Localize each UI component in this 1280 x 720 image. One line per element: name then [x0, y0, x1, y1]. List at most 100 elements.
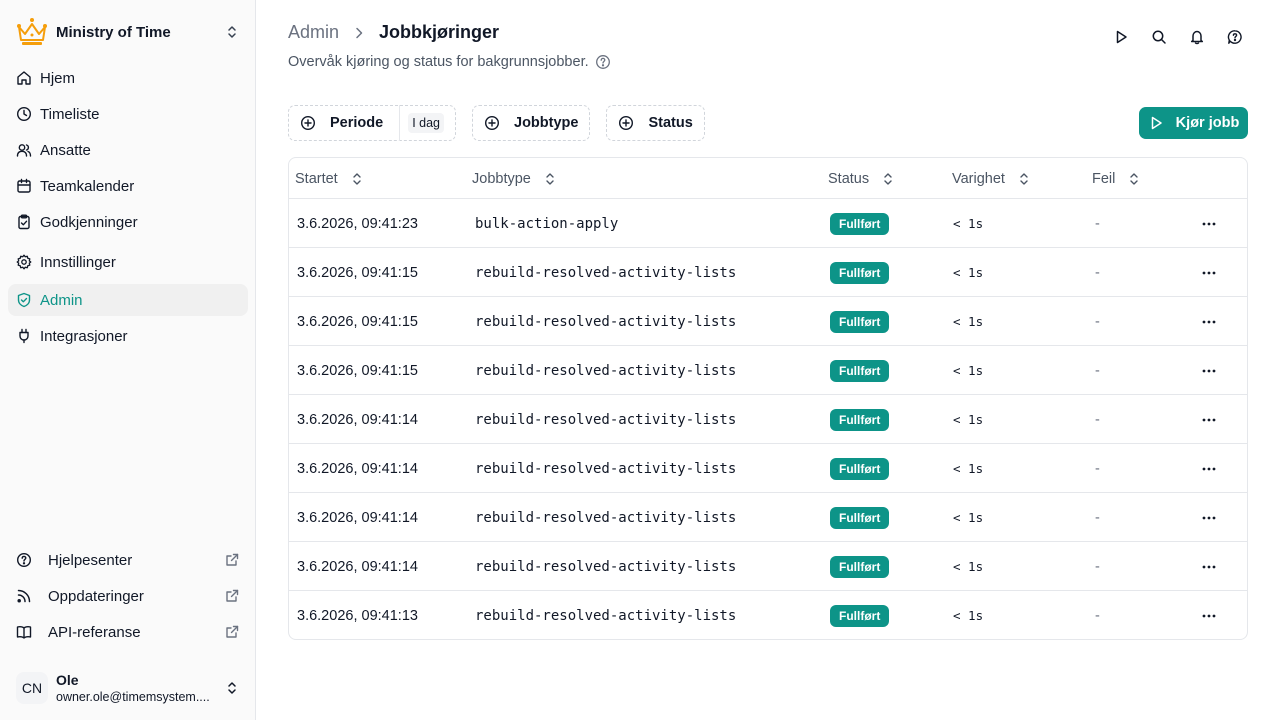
sidebar-item-label: Timeliste [40, 105, 100, 123]
bell-icon[interactable] [1184, 24, 1210, 50]
cell-status: Fullført [830, 493, 890, 542]
breadcrumb-admin-link[interactable]: Admin [288, 22, 339, 43]
org-switcher[interactable]: Ministry of Time [8, 12, 248, 52]
table-row[interactable]: 3.6.2026, 09:41:15 rebuild-resolved-activ… [289, 297, 1247, 346]
column-header-startet[interactable]: Startet [295, 158, 364, 199]
cell-job-type: rebuild-resolved-activity-lists [475, 411, 737, 428]
user-menu[interactable]: CN Ole owner.ole@timemsystem.... [8, 664, 248, 712]
cell-error: - [1095, 558, 1100, 575]
sort-icon [350, 172, 364, 186]
table-row[interactable]: 3.6.2026, 09:41:14 rebuild-resolved-activ… [289, 493, 1247, 542]
more-horizontal-icon[interactable] [1197, 506, 1221, 530]
cell-job-type: rebuild-resolved-activity-lists [475, 607, 737, 624]
run-job-label: Kjør jobb [1176, 115, 1240, 131]
cell-started: 3.6.2026, 09:41:15 [297, 362, 418, 379]
sort-icon [543, 172, 557, 186]
filter-label: Jobbtype [514, 115, 579, 131]
sidebar-item-hjem[interactable]: Hjem [8, 62, 248, 94]
more-horizontal-icon[interactable] [1197, 212, 1221, 236]
table-row[interactable]: 3.6.2026, 09:41:13 rebuild-resolved-activ… [289, 591, 1247, 639]
external-link-icon [224, 588, 240, 604]
sidebar-item-teamkalender[interactable]: Teamkalender [8, 170, 248, 202]
sort-icon [881, 172, 895, 186]
external-link-icon [224, 624, 240, 640]
table-row[interactable]: 3.6.2026, 09:41:15 rebuild-resolved-activ… [289, 346, 1247, 395]
search-icon[interactable] [1146, 24, 1172, 50]
more-horizontal-icon[interactable] [1197, 604, 1221, 628]
user-info: Ole owner.ole@timemsystem.... [56, 672, 224, 705]
cell-status: Fullført [830, 297, 890, 346]
shield-check-icon [16, 292, 32, 308]
column-header-varighet[interactable]: Varighet [952, 158, 1031, 199]
cell-started: 3.6.2026, 09:41:14 [297, 460, 418, 477]
table-row[interactable]: 3.6.2026, 09:41:14 rebuild-resolved-activ… [289, 395, 1247, 444]
filter-bar: Periode I dag Jobbtype Status [288, 105, 721, 141]
column-label: Status [828, 170, 870, 187]
play-icon [1148, 115, 1164, 131]
sidebar-link-label: Hjelpesenter [48, 551, 133, 569]
sidebar-link-oppdateringer[interactable]: Oppdateringer [8, 580, 248, 612]
table-row[interactable]: 3.6.2026, 09:41:23 bulk-action-apply Fullf… [289, 199, 1247, 248]
cell-duration: < 1s [953, 510, 984, 525]
cell-actions [1197, 591, 1221, 639]
status-badge: Fullført [830, 408, 890, 431]
table-row[interactable]: 3.6.2026, 09:41:14 rebuild-resolved-activ… [289, 444, 1247, 493]
filter-divider [399, 105, 401, 141]
cell-job-type: rebuild-resolved-activity-lists [475, 460, 737, 477]
sidebar-link-api-referanse[interactable]: API-referanse [8, 616, 248, 648]
filter-jobbtype[interactable]: Jobbtype [472, 105, 591, 141]
external-link-icon [224, 552, 240, 568]
cell-job-type: rebuild-resolved-activity-lists [475, 509, 737, 526]
message-help-icon[interactable] [1222, 24, 1248, 50]
sidebar-item-innstillinger[interactable]: Innstillinger [8, 246, 248, 278]
cell-error: - [1095, 362, 1100, 379]
sidebar-item-ansatte[interactable]: Ansatte [8, 134, 248, 166]
more-horizontal-icon[interactable] [1197, 359, 1221, 383]
table-row[interactable]: 3.6.2026, 09:41:14 rebuild-resolved-activ… [289, 542, 1247, 591]
play-icon[interactable] [1108, 24, 1134, 50]
status-badge: Fullført [830, 604, 890, 627]
sidebar-item-label: Hjem [40, 69, 76, 87]
sidebar-item-timeliste[interactable]: Timeliste [8, 98, 248, 130]
run-job-button[interactable]: Kjør jobb [1139, 107, 1248, 139]
more-horizontal-icon[interactable] [1197, 408, 1221, 432]
status-badge: Fullført [830, 359, 890, 382]
cell-started: 3.6.2026, 09:41:15 [297, 264, 418, 281]
cell-status: Fullført [830, 542, 890, 591]
filter-label: Status [648, 115, 693, 131]
sidebar-item-integrasjoner[interactable]: Integrasjoner [8, 320, 248, 352]
more-horizontal-icon[interactable] [1197, 261, 1221, 285]
table-row[interactable]: 3.6.2026, 09:41:15 rebuild-resolved-activ… [289, 248, 1247, 297]
sidebar-link-label: Oppdateringer [48, 587, 144, 605]
help-circle-icon[interactable] [595, 54, 611, 70]
sidebar-link-hjelpesenter[interactable]: Hjelpesenter [8, 544, 248, 576]
filter-status[interactable]: Status [606, 105, 705, 141]
column-header-feil[interactable]: Feil [1092, 158, 1141, 199]
cell-actions [1197, 395, 1221, 444]
chevron-right-icon [351, 25, 367, 41]
sidebar-item-godkjenninger[interactable]: Godkjenninger [8, 206, 248, 238]
crown-logo-icon [16, 16, 48, 48]
more-horizontal-icon[interactable] [1197, 457, 1221, 481]
column-header-jobbtype[interactable]: Jobbtype [472, 158, 557, 199]
column-header-status[interactable]: Status [828, 158, 895, 199]
cell-error: - [1095, 607, 1100, 624]
cell-duration: < 1s [953, 363, 984, 378]
filter-value-badge: I dag [408, 113, 444, 133]
sort-icon [1017, 172, 1031, 186]
clipboard-check-icon [16, 214, 32, 230]
cell-actions [1197, 199, 1221, 248]
cell-error: - [1095, 411, 1100, 428]
cell-actions [1197, 248, 1221, 297]
sidebar-item-label: Teamkalender [40, 177, 135, 195]
sidebar-item-label: Godkjenninger [40, 213, 138, 231]
cell-status: Fullført [830, 248, 890, 297]
cell-duration: < 1s [953, 559, 984, 574]
more-horizontal-icon[interactable] [1197, 310, 1221, 334]
chevrons-up-down-icon [224, 24, 240, 40]
filter-periode[interactable]: Periode I dag [288, 105, 456, 141]
more-horizontal-icon[interactable] [1197, 555, 1221, 579]
cell-started: 3.6.2026, 09:41:14 [297, 558, 418, 575]
sidebar-item-label: Integrasjoner [40, 327, 128, 345]
sidebar-item-admin[interactable]: Admin [8, 284, 248, 316]
